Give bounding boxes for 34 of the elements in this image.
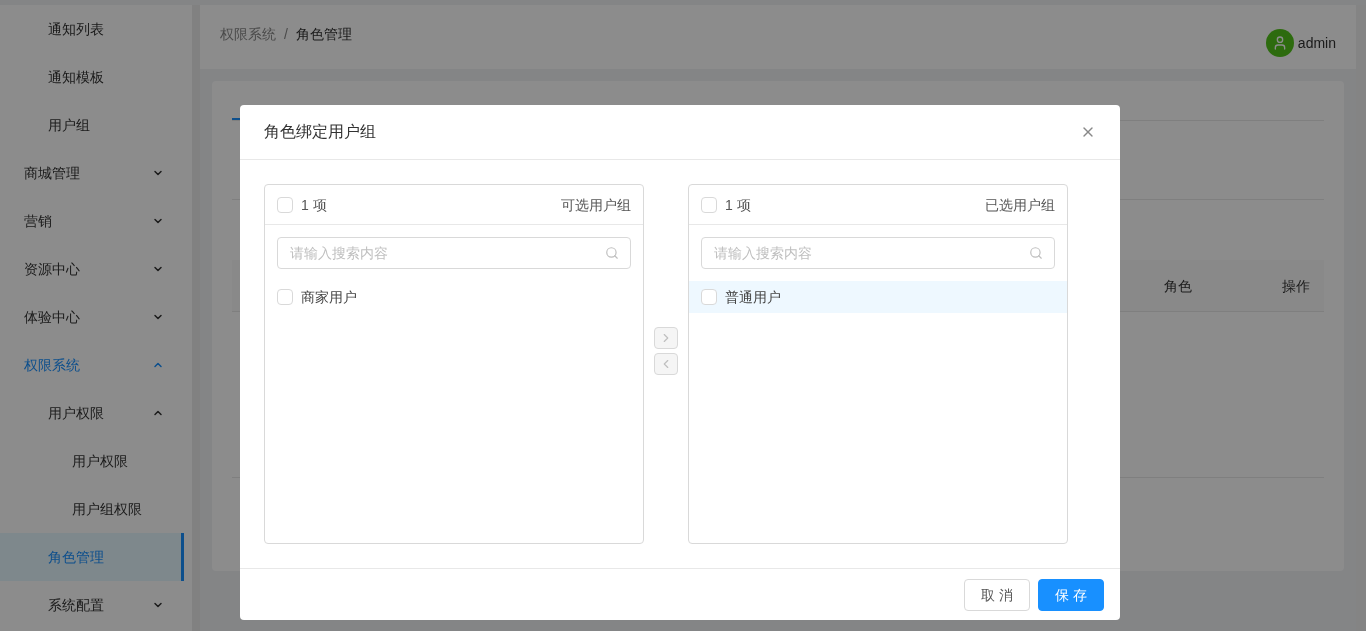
checkbox[interactable]: [277, 196, 293, 213]
dialog-title: 角色绑定用户组: [264, 122, 376, 142]
menu-item[interactable]: 通知模板: [0, 53, 184, 101]
column-header: 操作: [1282, 276, 1310, 296]
avatar-icon[interactable]: [1265, 29, 1294, 57]
checkbox[interactable]: [701, 289, 717, 305]
menu-item[interactable]: 用户组权限: [0, 485, 184, 533]
save-button[interactable]: 保 存: [1038, 578, 1104, 611]
checkbox[interactable]: [701, 196, 717, 213]
panel-title: 已选用户组: [985, 195, 1055, 215]
search-field[interactable]: 请输入搜索内容: [701, 237, 1055, 269]
user-name[interactable]: admin: [1297, 33, 1336, 53]
column-header: 角色: [1164, 276, 1192, 296]
item-count: 1 项: [725, 195, 751, 215]
menu-item[interactable]: 体验中心: [0, 293, 184, 341]
checkbox[interactable]: [277, 289, 293, 305]
menu-item[interactable]: 用户组: [0, 101, 184, 149]
menu-item[interactable]: 资源中心: [0, 245, 184, 293]
breadcrumb-link[interactable]: 权限系统: [220, 24, 276, 44]
menu-item[interactable]: 商城管理: [0, 149, 184, 197]
item-count: 1 项: [301, 195, 327, 215]
menu-item[interactable]: 通知列表: [0, 5, 184, 53]
panel-title: 可选用户组: [561, 195, 631, 215]
search-field[interactable]: 请输入搜索内容: [277, 237, 631, 269]
breadcrumb-current: 角色管理: [295, 25, 352, 44]
menu-item[interactable]: 营销: [0, 197, 184, 245]
menu-item[interactable]: 用户权限: [0, 437, 184, 485]
transfer-item[interactable]: 普通用户: [689, 281, 1067, 313]
menu-item[interactable]: 用户权限: [0, 389, 184, 437]
breadcrumb-separator: /: [284, 25, 288, 44]
menu-item[interactable]: 系统配置: [0, 581, 184, 629]
search-icon: [1029, 246, 1043, 260]
search-icon: [605, 246, 619, 260]
cancel-button[interactable]: 取 消: [964, 578, 1031, 611]
